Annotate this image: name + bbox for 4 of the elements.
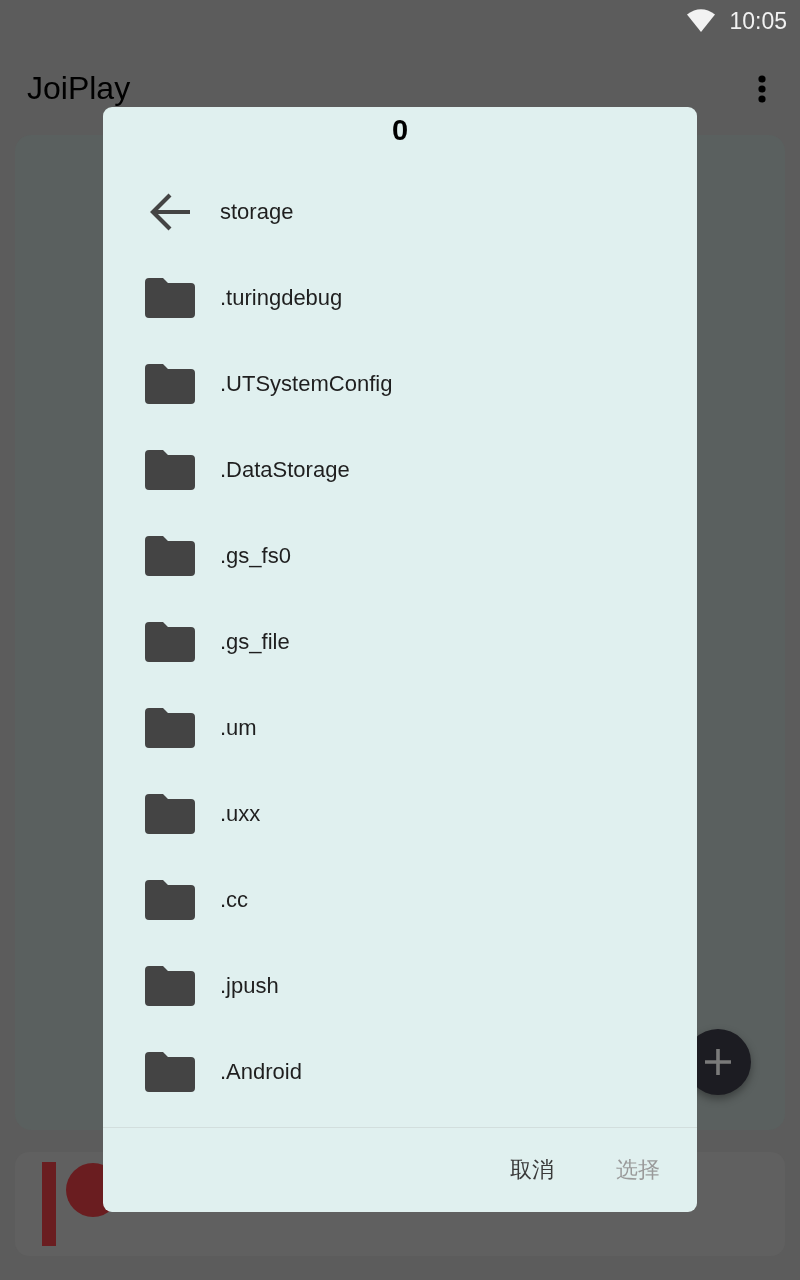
dialog-title: 0 (390, 113, 410, 148)
status-time: 10:05 (729, 7, 787, 35)
current-folder-label: storage (220, 199, 294, 225)
app-title: JoiPlay (27, 70, 131, 107)
